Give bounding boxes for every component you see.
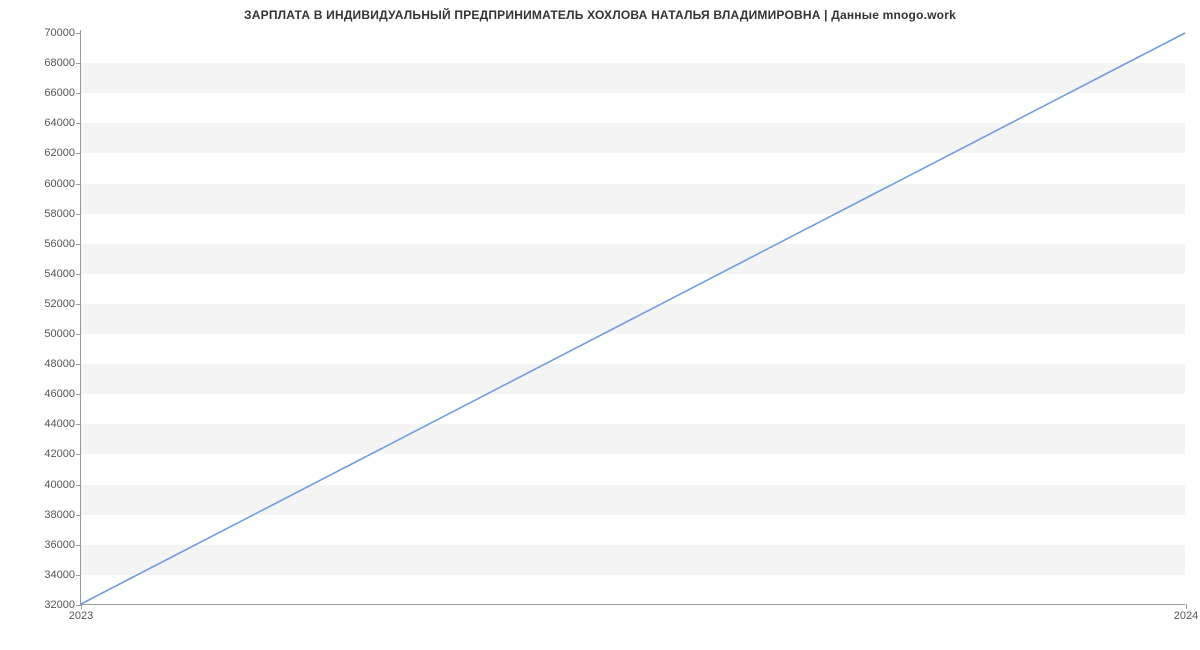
y-tick-mark: [76, 424, 81, 425]
y-tick-mark: [76, 33, 81, 34]
y-tick-mark: [76, 274, 81, 275]
y-tick-mark: [76, 123, 81, 124]
y-tick-mark: [76, 364, 81, 365]
y-tick-mark: [76, 394, 81, 395]
y-tick-mark: [76, 454, 81, 455]
y-tick-mark: [76, 244, 81, 245]
plot-area: 3200034000360003800040000420004400046000…: [80, 30, 1185, 605]
y-tick-mark: [76, 63, 81, 64]
y-tick-mark: [76, 184, 81, 185]
y-tick-mark: [76, 304, 81, 305]
plot-container: 3200034000360003800040000420004400046000…: [80, 30, 1185, 605]
series-line: [81, 33, 1185, 604]
x-tick-mark: [1186, 604, 1187, 609]
y-tick-mark: [76, 515, 81, 516]
y-tick-mark: [76, 153, 81, 154]
x-tick-mark: [81, 604, 82, 609]
y-tick-mark: [76, 545, 81, 546]
y-tick-mark: [76, 93, 81, 94]
y-tick-mark: [76, 214, 81, 215]
chart-title: ЗАРПЛАТА В ИНДИВИДУАЛЬНЫЙ ПРЕДПРИНИМАТЕЛ…: [0, 0, 1200, 22]
y-tick-mark: [76, 485, 81, 486]
line-layer: [81, 30, 1185, 604]
y-tick-mark: [76, 334, 81, 335]
y-tick-mark: [76, 575, 81, 576]
